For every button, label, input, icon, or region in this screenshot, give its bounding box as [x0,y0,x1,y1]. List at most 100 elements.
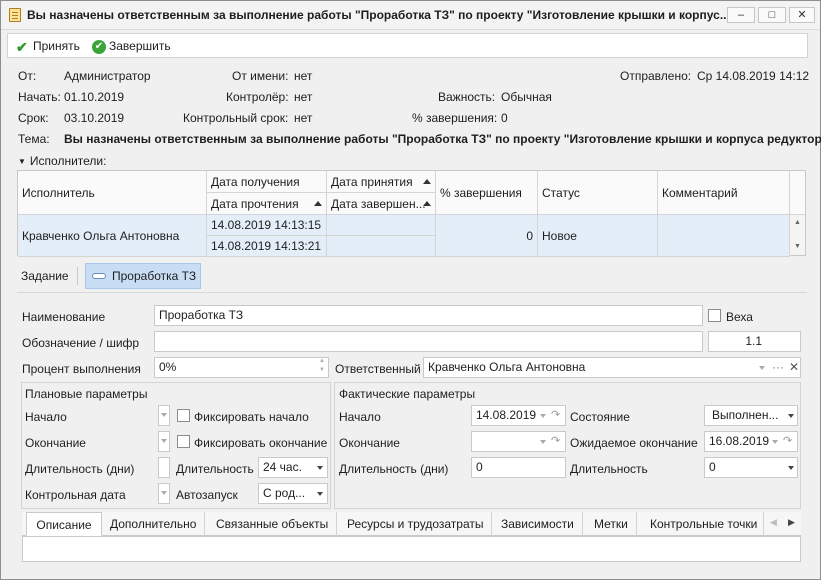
importance-label: Важность: [438,90,496,104]
milestone-checkbox[interactable] [708,309,721,322]
sent-value: Ср 14.08.2019 14:12 [697,69,810,83]
executors-toggle[interactable]: ▼ Исполнители: [18,154,106,168]
autostart-label: Автозапуск [176,488,238,502]
col-accepted-header[interactable]: Дата принятия [327,171,436,193]
close-button[interactable]: ✕ [789,7,815,23]
name-input[interactable]: Проработка ТЗ [154,305,703,326]
actual-duration-days-input[interactable]: 0 [471,457,566,478]
tab-related-objects[interactable]: Связанные объекты [208,512,338,536]
task-notification-window: Вы назначены ответственным за выполнение… [0,0,821,580]
planned-start-label: Начало [25,410,67,424]
minimize-button[interactable]: – [727,7,755,23]
state-select[interactable]: Выполнен... [704,405,798,426]
chevron-down-icon [317,466,323,470]
col-percent-header[interactable]: % завершения [436,171,538,215]
col-executor-header[interactable]: Исполнитель [18,171,207,215]
refresh-icon[interactable]: ↷ [783,432,792,451]
scroll-up-icon[interactable]: ▲ [794,219,801,226]
controller-value: нет [294,90,313,104]
task-tab[interactable]: Задание [21,269,69,283]
finish-button[interactable]: ✔ Завершить [92,38,171,55]
cell-comment [658,215,790,257]
task-tag[interactable]: Проработка ТЗ [85,263,201,289]
actual-start-label: Начало [339,410,381,424]
cell-received: 14.08.2019 14:13:15 [207,215,327,236]
actual-duration-days-label: Длительность (дни) [339,462,449,476]
check-circle-icon: ✔ [92,39,106,54]
planned-end-label: Окончание [25,436,86,450]
autostart-select[interactable]: С род... [258,483,328,504]
chevron-down-icon[interactable] [759,366,765,370]
tab-dependencies[interactable]: Зависимости [493,512,583,536]
divider [17,292,807,293]
control-due-value: нет [294,111,313,125]
code-number-input[interactable]: 1.1 [708,331,801,352]
expected-end-picker[interactable]: 16.08.2019 ↷ [704,431,798,452]
scroll-down-icon[interactable]: ▼ [794,243,801,250]
actual-start-picker[interactable]: 14.08.2019 ↷ [471,405,566,426]
percent-done-input[interactable]: 0% [154,357,329,378]
control-date-picker[interactable] [158,483,170,504]
percent-label: % завершения: [412,111,498,125]
actual-end-picker[interactable]: ↷ [471,431,566,452]
subject-value: Вы назначены ответственным за выполнение… [64,132,821,146]
planned-duration-select[interactable]: 24 час. [258,457,328,478]
importance-value: Обычная [501,90,552,104]
planned-title: Плановые параметры [25,387,148,401]
description-editor[interactable] [22,536,801,562]
chevron-down-icon [317,492,323,496]
tab-description[interactable]: Описание [26,512,102,536]
task-tag-icon [92,273,106,279]
spin-down-icon[interactable]: ▼ [319,367,325,373]
name-label: Наименование [22,310,106,324]
col-accepted-label: Дата принятия [331,175,413,189]
planned-duration-label: Длительность [176,462,254,476]
refresh-icon[interactable]: ↷ [551,406,560,425]
accept-label: Принять [33,39,80,53]
cell-completed [327,236,436,257]
col-read-header[interactable]: Дата прочтения [207,193,327,215]
tab-checkpoints[interactable]: Контрольные точки [642,512,764,536]
cell-read: 14.08.2019 14:13:21 [207,236,327,257]
clear-icon[interactable]: ✕ [789,358,799,377]
col-received-header[interactable]: Дата получения [207,171,327,193]
tab-tags[interactable]: Метки [586,512,637,536]
responsible-input[interactable]: Кравченко Ольга Антоновна ··· ✕ [423,357,801,378]
chevron-down-icon [788,414,794,418]
grid-scrollbar[interactable]: ▲ ▼ [790,215,805,255]
chevron-down-icon [540,414,546,418]
chevron-down-icon [161,413,167,417]
toolbar: ✔ Принять ✔ Завершить [7,33,808,58]
tabs-scroll-left-icon[interactable]: ◀ [770,517,777,528]
tabs-scroll-right-icon[interactable]: ▶ [788,517,795,528]
planned-duration-days-spinner[interactable] [158,457,170,478]
accept-button[interactable]: ✔ Принять [16,38,80,55]
sort-up-icon [423,201,431,206]
on-behalf-label: От имени: [232,69,289,83]
bottom-tab-strip: Описание Дополнительно Связанные объекты… [22,512,801,536]
chevron-down-icon [788,466,794,470]
fix-start-checkbox[interactable] [177,409,190,422]
due-label: Срок: [18,111,49,125]
more-icon[interactable]: ··· [772,358,784,377]
tab-divider [77,267,78,285]
tab-resources[interactable]: Ресурсы и трудозатраты [339,512,493,536]
executors-grid: Исполнитель Дата получения Дата принятия… [17,170,806,257]
maximize-button[interactable]: □ [758,7,786,23]
actual-duration-select[interactable]: 0 [704,457,798,478]
col-completed-header[interactable]: Дата завершен... [327,193,436,215]
cell-percent: 0 [436,215,538,257]
tab-additional[interactable]: Дополнительно [102,512,206,536]
subject-label: Тема: [18,132,50,146]
planned-start-picker[interactable] [158,405,170,426]
spin-up-icon[interactable]: ▲ [319,358,325,364]
col-comment-header[interactable]: Комментарий [658,171,790,215]
refresh-icon[interactable]: ↷ [551,432,560,451]
expected-end-value: 16.08.2019 [709,434,770,448]
checkmark-icon: ✔ [16,38,28,55]
fix-end-checkbox[interactable] [177,435,190,448]
planned-end-picker[interactable] [158,431,170,452]
col-status-header[interactable]: Статус [538,171,658,215]
actual-duration-label: Длительность [570,462,648,476]
code-input[interactable] [154,331,703,352]
